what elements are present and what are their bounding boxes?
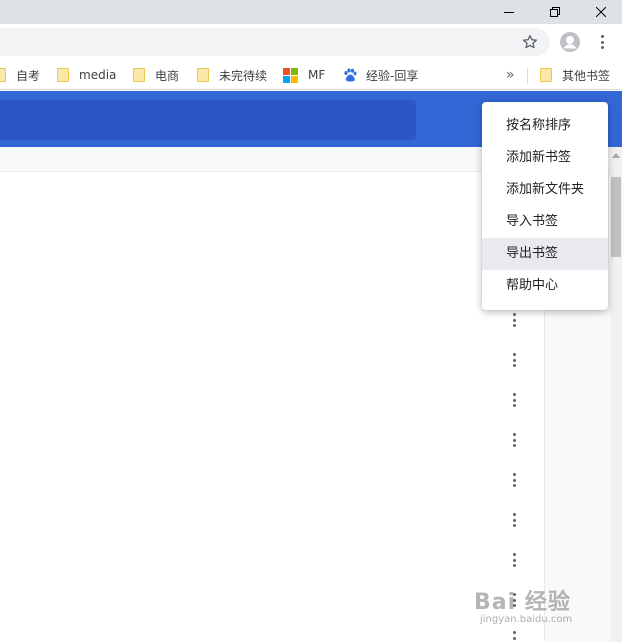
row-more-actions-icon[interactable] bbox=[509, 432, 519, 448]
menu-item-add-folder[interactable]: 添加新文件夹 bbox=[482, 174, 608, 206]
baidu-jingyan-watermark: Bai 经验 jingyan.baidu.com bbox=[474, 574, 614, 634]
bookmark-folder-dianshang[interactable]: 电商 bbox=[133, 66, 179, 84]
close-icon bbox=[596, 7, 606, 17]
restore-button[interactable] bbox=[532, 0, 578, 24]
bookmarks-overflow-button[interactable]: » bbox=[506, 67, 515, 83]
menu-item-add-bookmark[interactable]: 添加新书签 bbox=[482, 142, 608, 174]
bookmarks-divider bbox=[527, 68, 528, 84]
menu-item-help-center[interactable]: 帮助中心 bbox=[482, 270, 608, 302]
bookmark-mf[interactable]: MF bbox=[283, 66, 325, 84]
minimize-button[interactable] bbox=[486, 0, 532, 24]
folder-icon bbox=[197, 68, 209, 82]
row-more-actions-icon[interactable] bbox=[509, 472, 519, 488]
folder-icon bbox=[57, 68, 69, 82]
browser-toolbar bbox=[0, 24, 622, 60]
search-bookmarks-input[interactable] bbox=[0, 100, 416, 140]
title-bar bbox=[0, 0, 622, 24]
other-bookmarks-label: 其他书签 bbox=[562, 68, 611, 83]
avatar-icon[interactable] bbox=[559, 31, 581, 53]
menu-item-sort-by-name[interactable]: 按名称排序 bbox=[482, 110, 608, 142]
restore-icon bbox=[550, 7, 560, 17]
bookmark-folder-weiwandaixu[interactable]: 未完待续 bbox=[197, 66, 267, 84]
star-icon[interactable] bbox=[519, 31, 541, 53]
row-more-actions-icon[interactable] bbox=[509, 552, 519, 568]
address-bar[interactable] bbox=[0, 28, 550, 56]
other-bookmarks-folder[interactable]: 其他书签 bbox=[540, 66, 610, 84]
minimize-icon bbox=[504, 12, 514, 13]
baidu-paw-icon bbox=[344, 68, 357, 82]
watermark-logo: Bai 经验 bbox=[474, 590, 571, 615]
bookmark-label: MF bbox=[308, 68, 326, 82]
bookmark-jingyan[interactable]: 经验-回享 bbox=[342, 66, 418, 84]
row-more-actions-icon[interactable] bbox=[509, 512, 519, 528]
vertical-dots-icon[interactable] bbox=[596, 32, 608, 52]
bookmark-label: 自考 bbox=[16, 68, 41, 83]
bookmark-folder-media[interactable]: media bbox=[57, 66, 116, 84]
folder-icon bbox=[133, 68, 145, 82]
bookmark-list bbox=[0, 172, 544, 642]
row-more-actions-icon[interactable] bbox=[509, 352, 519, 368]
menu-item-import-bookmarks[interactable]: 导入书签 bbox=[482, 206, 608, 238]
bookmarks-bar: 自考 media 电商 未完待续 MF 经验-回享 » 其他书签 bbox=[0, 60, 622, 90]
bookmark-label: 电商 bbox=[155, 68, 180, 83]
menu-item-export-bookmarks[interactable]: 导出书签 bbox=[482, 238, 608, 270]
bookmark-folder-zikao[interactable]: 自考 bbox=[0, 66, 40, 84]
close-button[interactable] bbox=[578, 0, 622, 24]
vertical-scrollbar[interactable] bbox=[610, 147, 622, 642]
microsoft-icon bbox=[283, 67, 298, 83]
row-more-actions-icon[interactable] bbox=[509, 312, 519, 328]
folder-icon bbox=[540, 68, 552, 82]
row-more-actions-icon[interactable] bbox=[509, 392, 519, 408]
folder-icon bbox=[0, 68, 6, 82]
organize-menu: 按名称排序 添加新书签 添加新文件夹 导入书签 导出书签 帮助中心 bbox=[482, 102, 608, 310]
bookmark-label: media bbox=[79, 68, 117, 82]
scroll-up-arrow-icon[interactable] bbox=[612, 153, 620, 158]
scrollbar-thumb[interactable] bbox=[611, 177, 621, 257]
bookmark-label: 未完待续 bbox=[219, 68, 268, 83]
watermark-url: jingyan.baidu.com bbox=[480, 614, 573, 625]
bookmark-label: 经验-回享 bbox=[366, 68, 419, 83]
